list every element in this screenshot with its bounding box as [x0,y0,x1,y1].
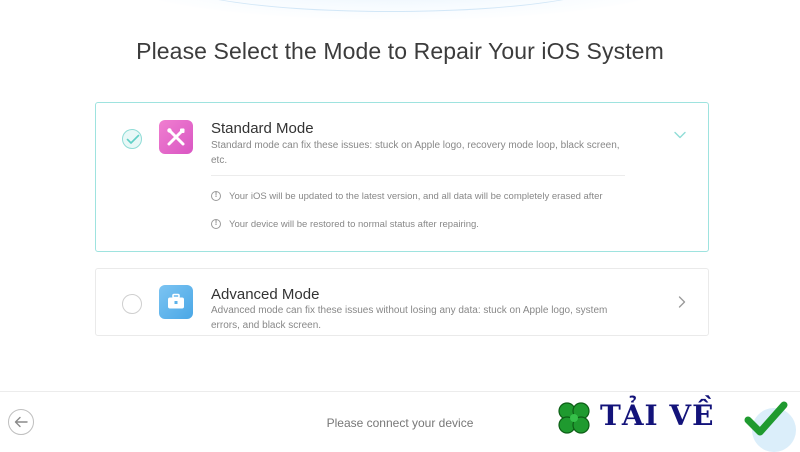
info-icon: ! [211,219,221,230]
checkmark-icon [126,134,140,144]
note-text: Your iOS will be updated to the latest v… [229,191,603,202]
watermark-text: TẢI VỀ [600,399,715,432]
page-title: Please Select the Mode to Repair Your iO… [136,38,664,64]
advanced-mode-radio[interactable] [122,294,142,314]
checkmark-icon [744,401,788,436]
standard-mode-card[interactable]: Standard Mode Standard mode can fix thes… [95,102,709,252]
info-icon: ! [211,191,221,202]
standard-mode-title: Standard Mode [211,120,314,137]
note-restore: ! Your device will be restored to normal … [211,218,479,232]
note-data-erase: ! Your iOS will be updated to the latest … [211,190,603,204]
watermark: TẢI VỀ [548,392,800,446]
standard-mode-description: Standard mode can fix these issues: stuc… [211,140,620,166]
advanced-mode-card[interactable]: Advanced Mode Advanced mode can fix thes… [95,268,709,336]
clover-icon [558,402,590,434]
advanced-mode-description: Advanced mode can fix these issues witho… [211,305,608,331]
tools-icon [159,120,193,154]
toolbox-icon [159,285,193,319]
chevron-right-icon[interactable] [678,296,686,308]
note-text: Your device will be restored to normal s… [229,219,479,230]
chevron-down-icon[interactable] [674,131,686,139]
advanced-mode-title: Advanced Mode [211,286,320,303]
standard-mode-radio[interactable] [122,129,142,149]
card-divider [211,175,625,176]
